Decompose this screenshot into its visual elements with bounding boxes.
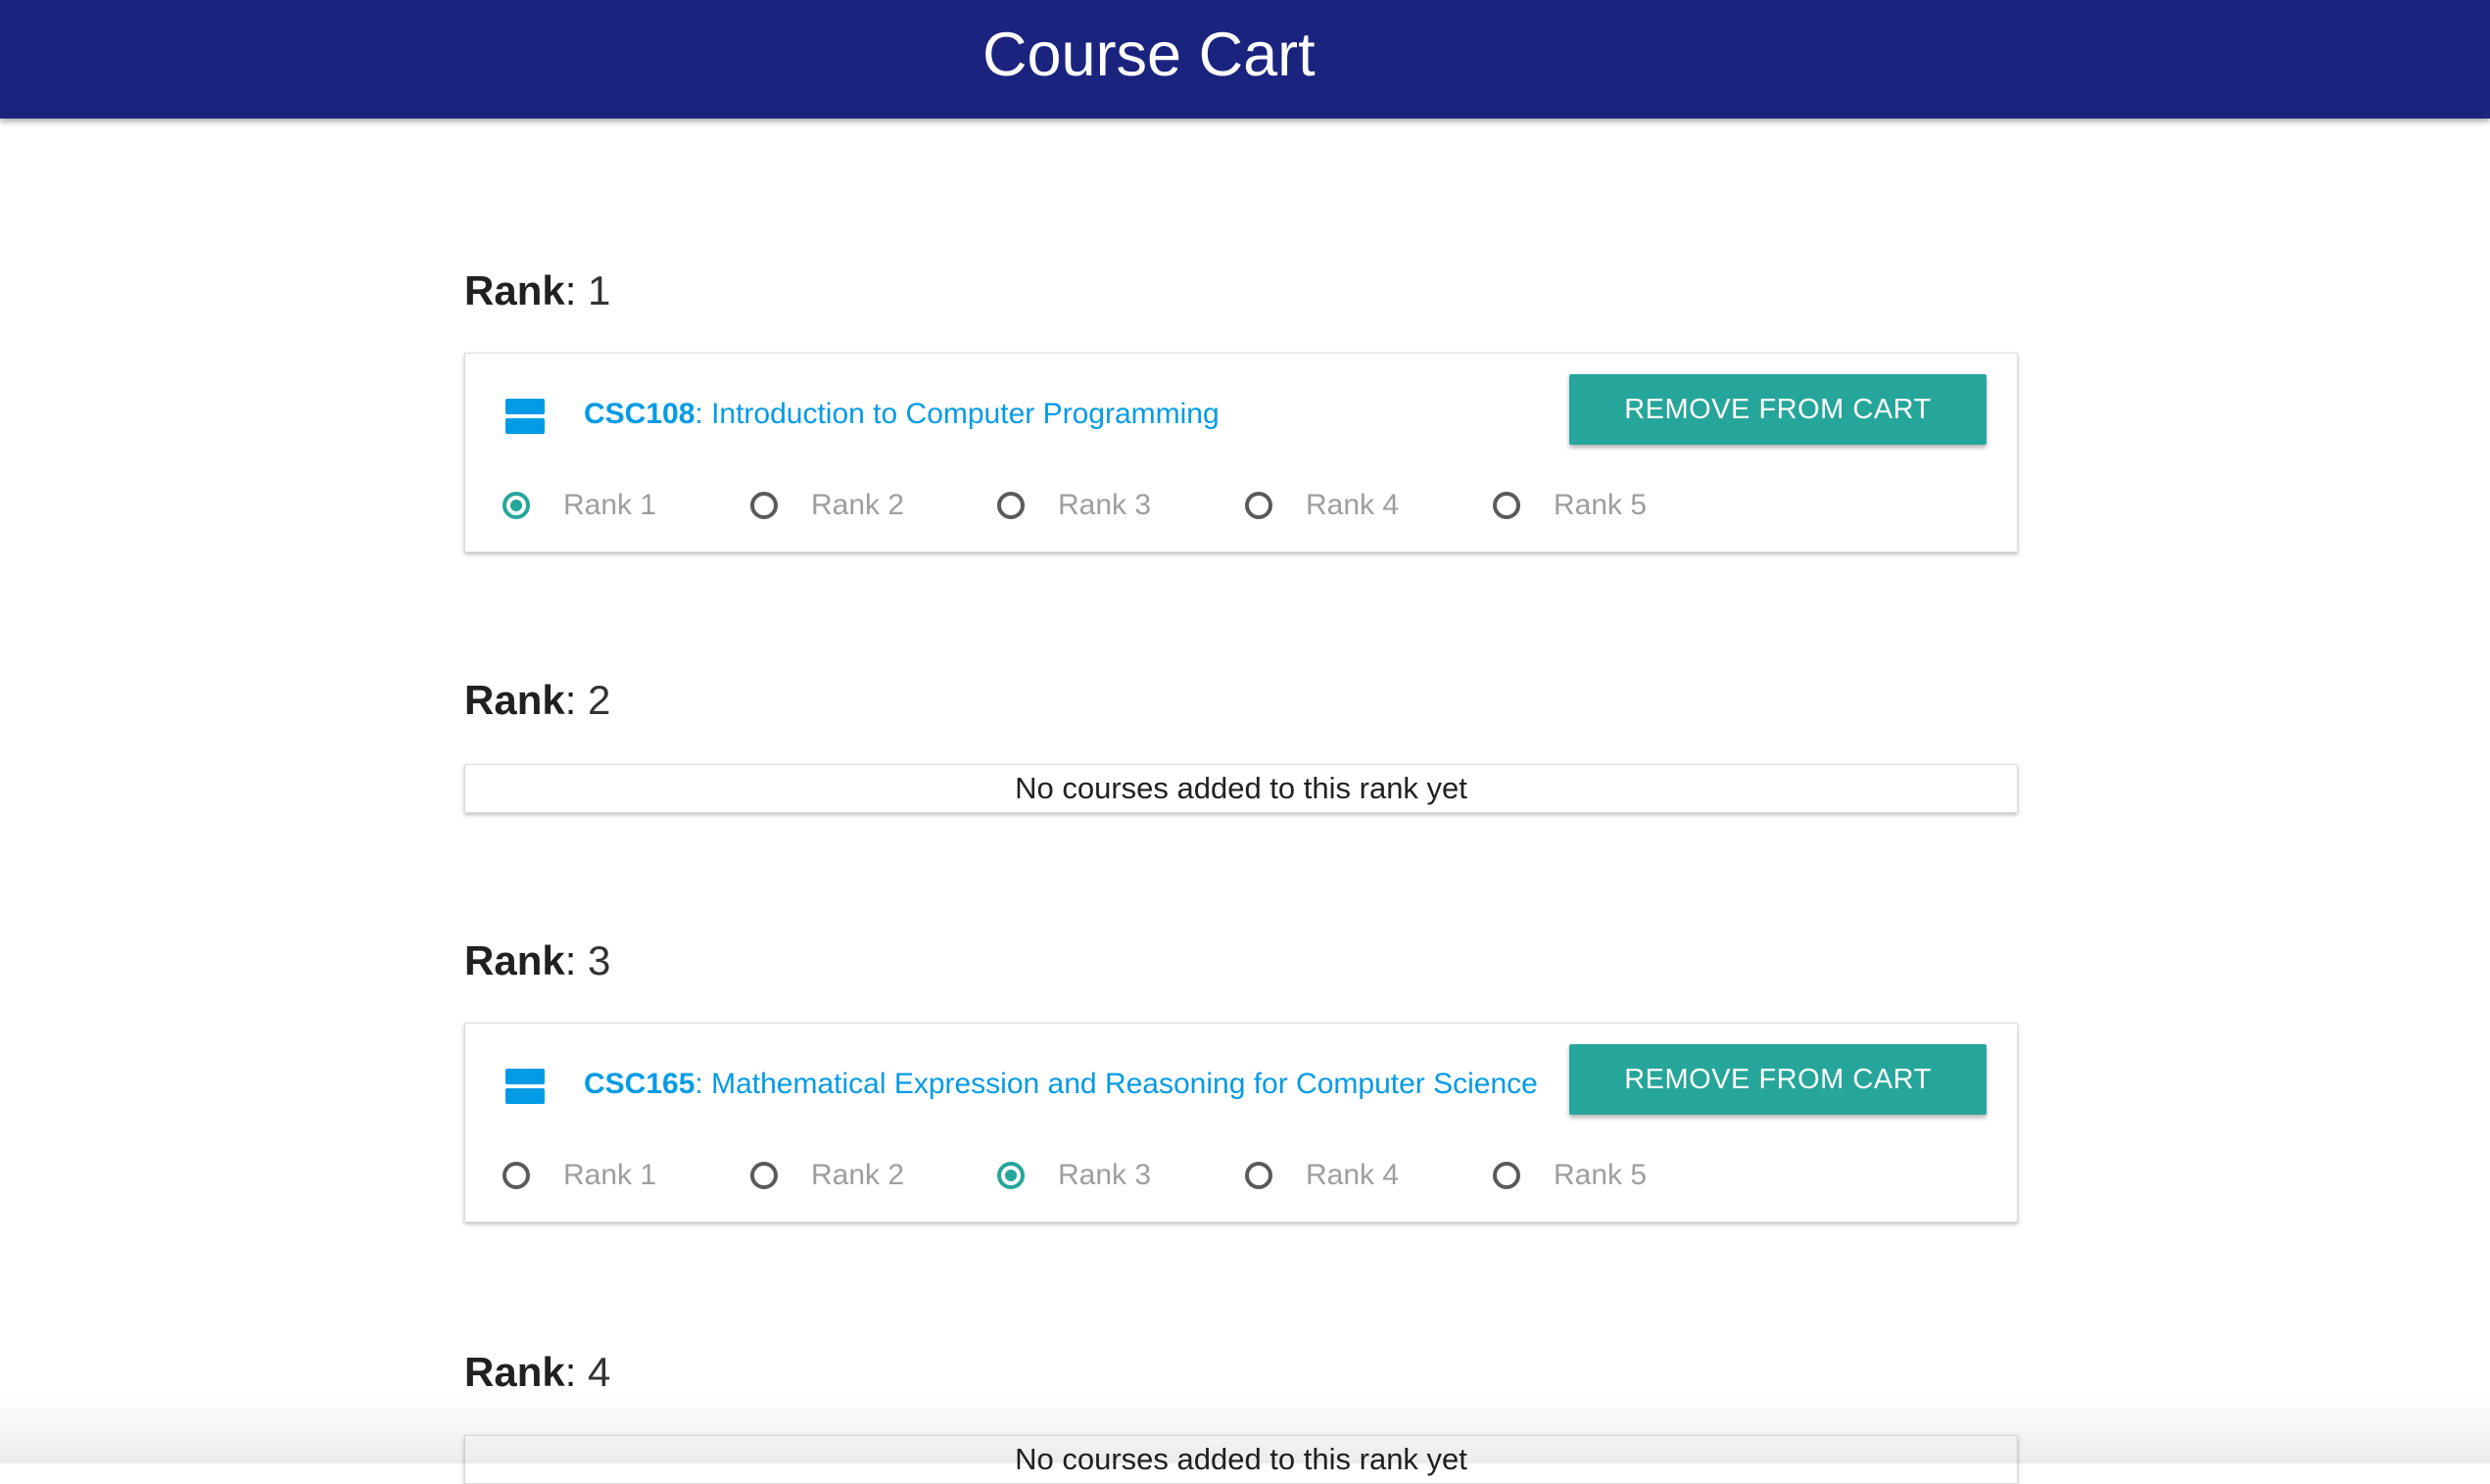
course-name: : Introduction to Computer Programming	[694, 398, 1220, 430]
view-agenda-icon	[505, 1069, 545, 1106]
rank-radio-1[interactable]: Rank 1	[503, 1152, 656, 1199]
rank-heading-label: Rank	[464, 677, 565, 723]
radio-label: Rank 2	[811, 489, 905, 521]
radio-unchecked-icon	[503, 1162, 530, 1189]
rank-heading-3: Rank: 3	[464, 933, 610, 988]
page-title: Course Cart	[982, 21, 1316, 89]
radio-unchecked-icon	[997, 492, 1025, 519]
rank-heading-1: Rank: 1	[464, 263, 610, 318]
rank-heading-label: Rank	[464, 1349, 565, 1395]
empty-rank-message: No courses added to this rank yet	[464, 1435, 2018, 1484]
course-link[interactable]: CSC165: Mathematical Expression and Reas…	[584, 1065, 1538, 1104]
radio-unchecked-icon	[750, 1162, 778, 1189]
course-code: CSC108	[584, 398, 695, 430]
rank-heading-2: Rank: 2	[464, 673, 610, 728]
radio-unchecked-icon	[1493, 492, 1520, 519]
view-agenda-icon	[505, 399, 545, 436]
rank-radio-3[interactable]: Rank 3	[997, 1152, 1151, 1199]
course-card-csc165: CSC165: Mathematical Expression and Reas…	[464, 1023, 2018, 1222]
rank-heading-number: 3	[588, 937, 611, 983]
radio-label: Rank 1	[563, 489, 657, 521]
radio-label: Rank 5	[1554, 489, 1648, 521]
course-link[interactable]: CSC108: Introduction to Computer Program…	[584, 395, 1220, 434]
radio-label: Rank 5	[1554, 1159, 1648, 1191]
rank-radio-3[interactable]: Rank 3	[997, 482, 1151, 529]
course-name: : Mathematical Expression and Reasoning …	[694, 1068, 1538, 1100]
rank-heading-label: Rank	[464, 937, 565, 983]
remove-from-cart-button[interactable]: REMOVE FROM CART	[1569, 374, 1987, 445]
radio-unchecked-icon	[1245, 492, 1272, 519]
rank-radio-2[interactable]: Rank 2	[750, 1152, 904, 1199]
radio-unchecked-icon	[750, 492, 778, 519]
rank-heading-separator: :	[564, 677, 589, 723]
course-code: CSC165	[584, 1068, 695, 1100]
rank-radio-4[interactable]: Rank 4	[1245, 1152, 1399, 1199]
empty-rank-message: No courses added to this rank yet	[464, 764, 2018, 813]
rank-heading-label: Rank	[464, 267, 565, 313]
radio-label: Rank 3	[1058, 1159, 1152, 1191]
rank-heading-separator: :	[564, 937, 589, 983]
rank-heading-4: Rank: 4	[464, 1345, 610, 1400]
radio-unchecked-icon	[1493, 1162, 1520, 1189]
course-card-csc108: CSC108: Introduction to Computer Program…	[464, 353, 2018, 552]
remove-from-cart-button[interactable]: REMOVE FROM CART	[1569, 1044, 1987, 1115]
rank-heading-number: 1	[588, 267, 611, 313]
radio-unchecked-icon	[1245, 1162, 1272, 1189]
radio-label: Rank 4	[1306, 489, 1400, 521]
app-bar: Course Cart	[0, 0, 2490, 119]
radio-label: Rank 2	[811, 1159, 905, 1191]
rank-heading-separator: :	[564, 1349, 589, 1395]
rank-heading-number: 2	[588, 677, 611, 723]
rank-radio-1[interactable]: Rank 1	[503, 482, 656, 529]
radio-label: Rank 4	[1306, 1159, 1400, 1191]
rank-heading-number: 4	[588, 1349, 611, 1395]
rank-radio-2[interactable]: Rank 2	[750, 482, 904, 529]
rank-radio-5[interactable]: Rank 5	[1493, 1152, 1647, 1199]
radio-label: Rank 1	[563, 1159, 657, 1191]
radio-checked-icon	[503, 492, 530, 519]
radio-label: Rank 3	[1058, 489, 1152, 521]
rank-radio-5[interactable]: Rank 5	[1493, 482, 1647, 529]
rank-radio-4[interactable]: Rank 4	[1245, 482, 1399, 529]
radio-checked-icon	[997, 1162, 1025, 1189]
rank-heading-separator: :	[564, 267, 589, 313]
